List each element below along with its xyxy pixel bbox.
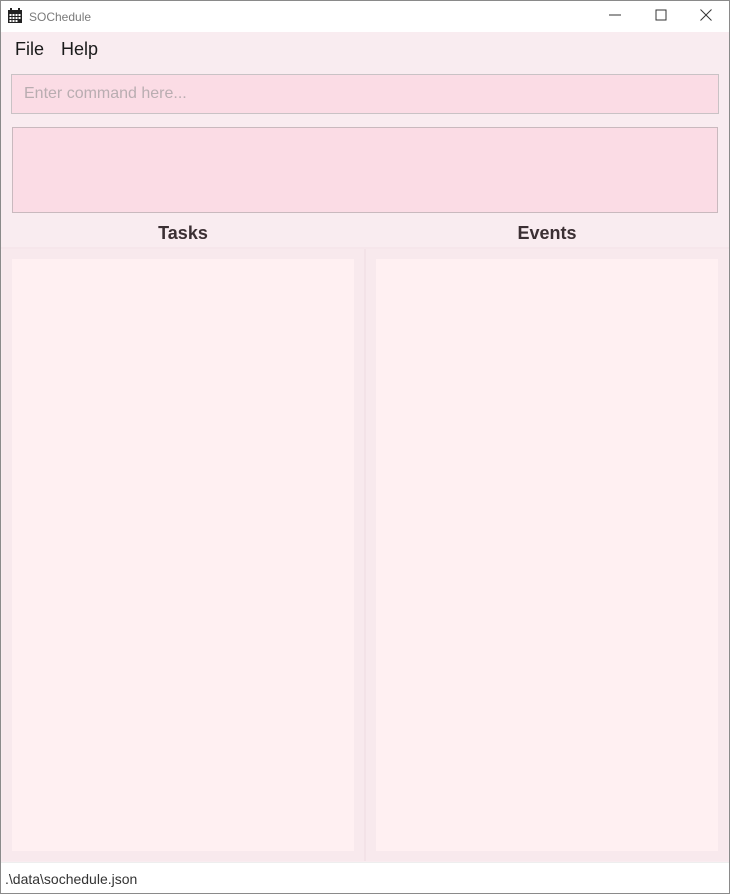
minimize-button[interactable] bbox=[592, 1, 638, 32]
menu-bar: File Help bbox=[1, 32, 729, 66]
events-header: Events bbox=[517, 223, 577, 243]
tasks-header: Tasks bbox=[158, 223, 208, 243]
app-window: SOChedule File Help Enter command here..… bbox=[0, 0, 730, 894]
command-box bbox=[11, 74, 719, 114]
close-button[interactable] bbox=[683, 1, 729, 32]
save-location-path: .\data\sochedule.json bbox=[5, 871, 138, 887]
status-bar: .\data\sochedule.json bbox=[1, 862, 729, 893]
menu-file[interactable]: File bbox=[15, 39, 44, 60]
calendar-icon bbox=[7, 8, 23, 24]
menu-help[interactable]: Help bbox=[61, 39, 98, 60]
events-list[interactable] bbox=[376, 259, 718, 851]
events-panel bbox=[366, 249, 728, 861]
tasks-panel bbox=[2, 249, 364, 861]
maximize-button[interactable] bbox=[638, 1, 684, 32]
title-bar[interactable]: SOChedule bbox=[1, 1, 729, 32]
close-icon bbox=[700, 8, 712, 26]
maximize-icon bbox=[655, 8, 667, 26]
result-display[interactable] bbox=[12, 127, 718, 213]
command-input[interactable] bbox=[12, 75, 718, 113]
tasks-list[interactable] bbox=[12, 259, 354, 851]
window-title: SOChedule bbox=[29, 10, 92, 24]
minimize-icon bbox=[609, 8, 621, 26]
